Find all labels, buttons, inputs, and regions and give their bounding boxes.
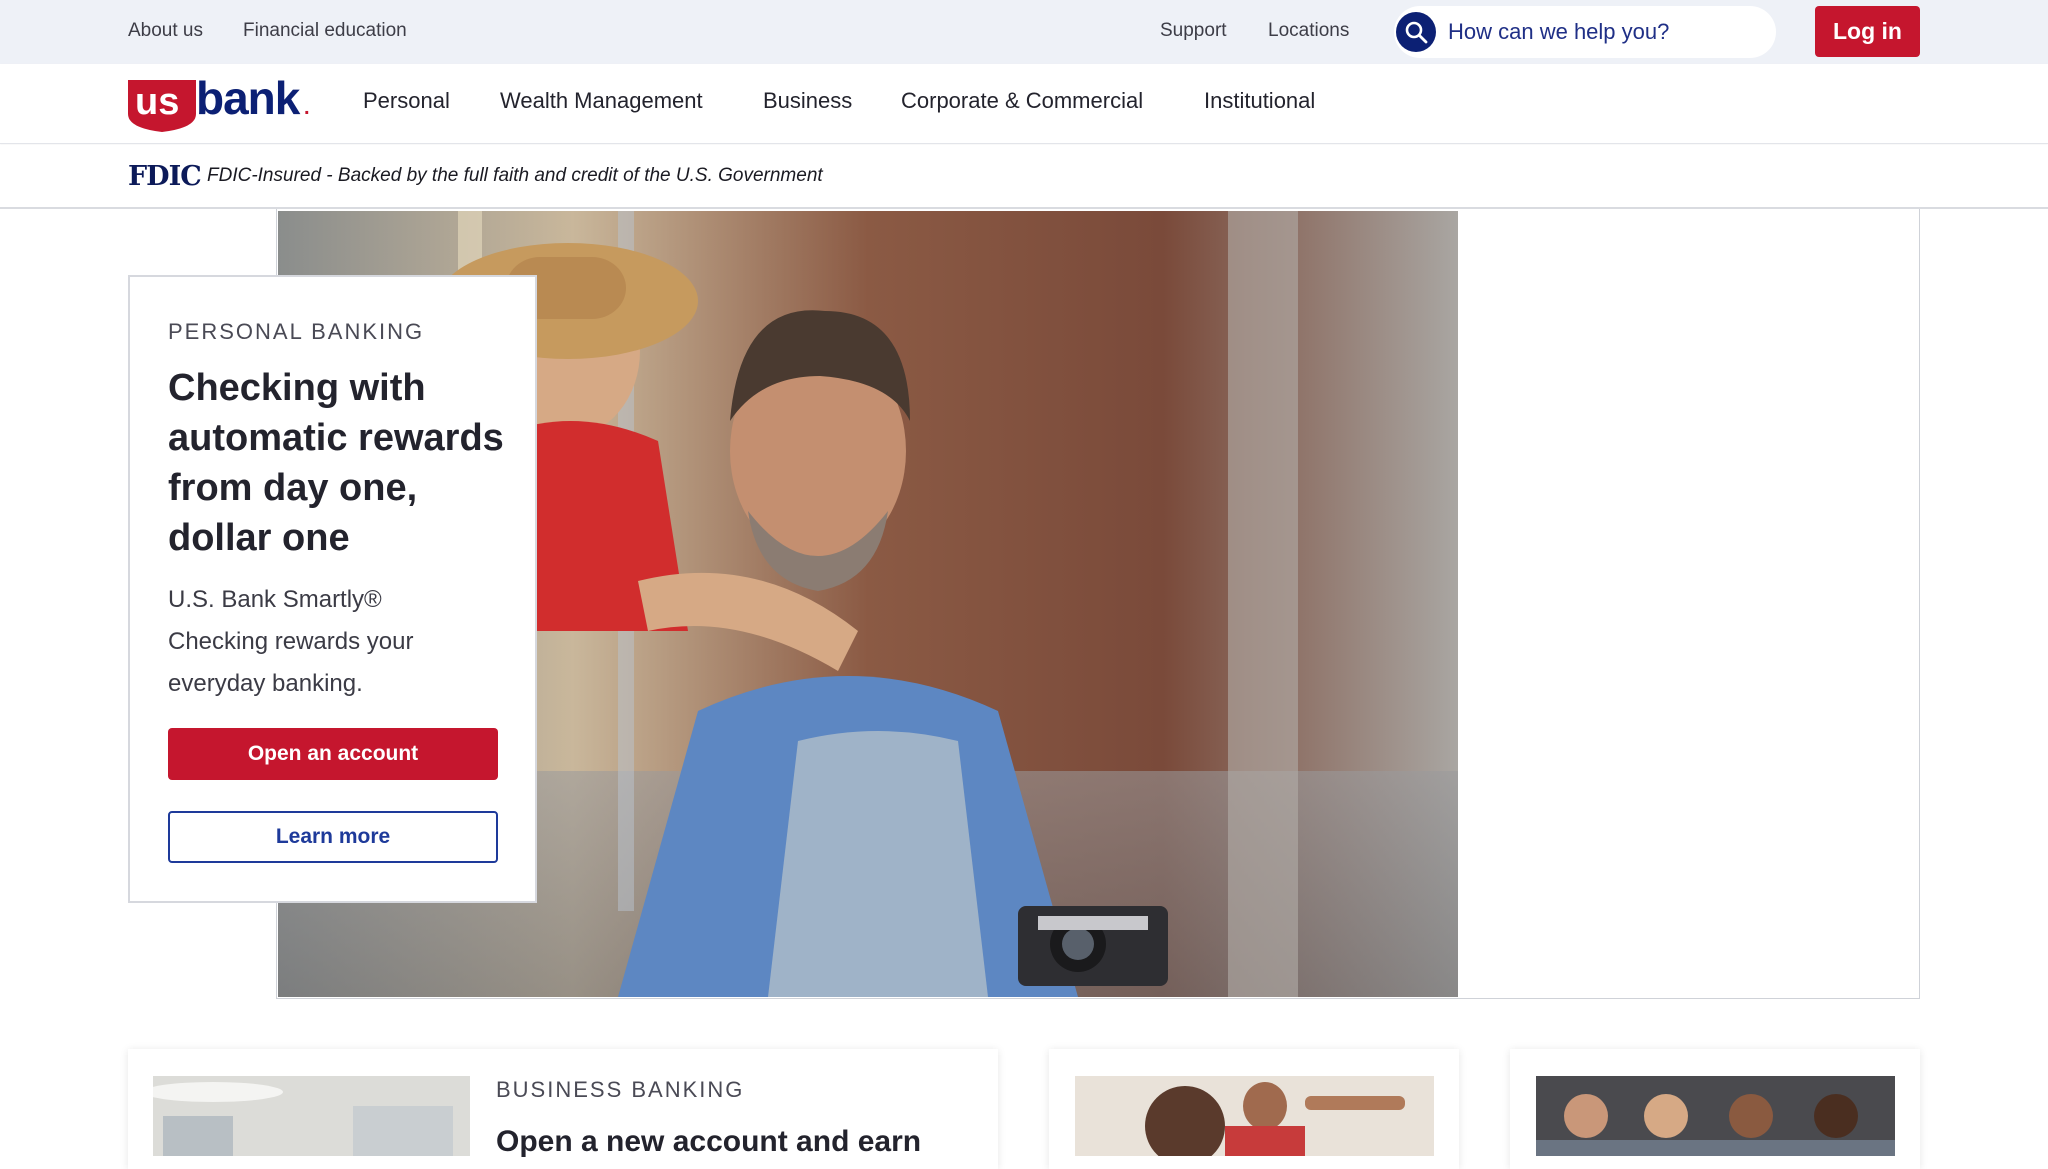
logo-us-text: us <box>135 81 179 123</box>
search-icon[interactable] <box>1396 12 1436 52</box>
nav-corporate-commercial[interactable]: Corporate & Commercial <box>901 88 1143 114</box>
promo-card-friends[interactable] <box>1510 1049 1920 1169</box>
logo-mark: . <box>304 97 310 119</box>
us-bank-logo[interactable]: us bank . <box>128 72 314 137</box>
fdic-disclaimer: FDIC-Insured - Backed by the full faith … <box>207 165 823 186</box>
business-card-title: Open a new account and earn <box>496 1125 922 1158</box>
login-button[interactable]: Log in <box>1815 6 1920 57</box>
hero-eyebrow: PERSONAL BANKING <box>168 319 425 344</box>
about-us-link[interactable]: About us <box>128 20 203 42</box>
learn-more-button[interactable]: Learn more <box>168 811 498 863</box>
promo-card-family[interactable] <box>1049 1049 1459 1169</box>
fdic-logo: FDIC <box>128 161 202 192</box>
nav-wealth-management[interactable]: Wealth Management <box>500 88 703 114</box>
main-navigation: us bank . Personal Wealth Management Bus… <box>0 64 2048 144</box>
locations-link[interactable]: Locations <box>1268 20 1349 42</box>
hero-promo-card: PERSONAL BANKING Checking with automatic… <box>128 275 537 903</box>
friends-card-image <box>1536 1076 1895 1156</box>
hero-description: U.S. Bank Smartly® Checking rewards your… <box>168 586 414 697</box>
utility-bar: About us Financial education Support Loc… <box>0 0 2048 64</box>
hero-title: Checking with automatic rewards from day… <box>168 367 504 559</box>
support-link[interactable]: Support <box>1160 20 1227 42</box>
logo-bank-text: bank <box>196 76 301 124</box>
business-card-eyebrow: BUSINESS BANKING <box>496 1077 745 1102</box>
nav-institutional[interactable]: Institutional <box>1204 88 1315 114</box>
search-input[interactable]: How can we help you? <box>1448 19 1669 45</box>
financial-education-link[interactable]: Financial education <box>243 20 407 42</box>
business-banking-card[interactable]: BUSINESS BANKING Open a new account and … <box>128 1049 998 1169</box>
search-bar[interactable]: How can we help you? <box>1394 6 1776 58</box>
family-card-image <box>1075 1076 1434 1156</box>
business-card-image <box>153 1076 470 1156</box>
open-account-button[interactable]: Open an account <box>168 728 498 780</box>
nav-business[interactable]: Business <box>763 88 852 114</box>
nav-personal[interactable]: Personal <box>363 88 450 114</box>
fdic-banner: FDIC FDIC-Insured - Backed by the full f… <box>0 145 2048 209</box>
